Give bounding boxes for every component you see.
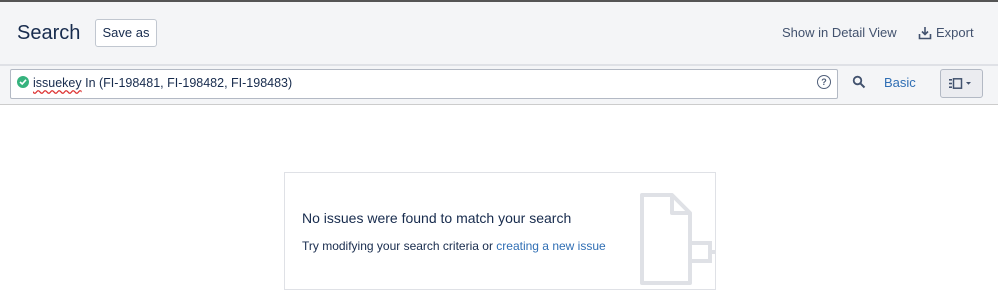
page-title: Search bbox=[17, 22, 81, 44]
jql-query-input[interactable]: issuekey In (FI-198481, FI-198482, FI-19… bbox=[10, 69, 838, 99]
empty-state-card: No issues were found to match your searc… bbox=[284, 172, 716, 290]
export-label: Export bbox=[936, 25, 974, 40]
search-header: Search Save as Show in Detail View Expor… bbox=[0, 2, 998, 65]
search-icon bbox=[852, 75, 866, 89]
jql-query-rest: In (FI-198481, FI-198482, FI-198483) bbox=[81, 76, 293, 90]
search-bar: issuekey In (FI-198481, FI-198482, FI-19… bbox=[0, 65, 998, 105]
empty-state-hint-text: Try modifying your search criteria or bbox=[302, 239, 497, 253]
jql-keyword: issuekey bbox=[33, 76, 82, 90]
basic-mode-link[interactable]: Basic bbox=[884, 75, 916, 90]
save-as-button[interactable]: Save as bbox=[95, 19, 157, 47]
export-button[interactable]: Export bbox=[918, 25, 974, 40]
jql-query-text: issuekey In (FI-198481, FI-198482, FI-19… bbox=[33, 76, 292, 90]
layout-switcher-button[interactable] bbox=[940, 69, 983, 98]
search-button[interactable] bbox=[852, 75, 866, 94]
empty-state-hint: Try modifying your search criteria or cr… bbox=[302, 239, 606, 253]
question-icon[interactable]: ? bbox=[817, 75, 831, 89]
check-circle-icon bbox=[17, 76, 29, 88]
list-view-icon bbox=[949, 78, 971, 89]
create-issue-link[interactable]: creating a new issue bbox=[496, 239, 605, 253]
show-detail-view-link[interactable]: Show in Detail View bbox=[782, 25, 897, 40]
export-icon bbox=[918, 26, 932, 40]
empty-state-title: No issues were found to match your searc… bbox=[302, 210, 572, 226]
document-icon bbox=[640, 193, 715, 285]
